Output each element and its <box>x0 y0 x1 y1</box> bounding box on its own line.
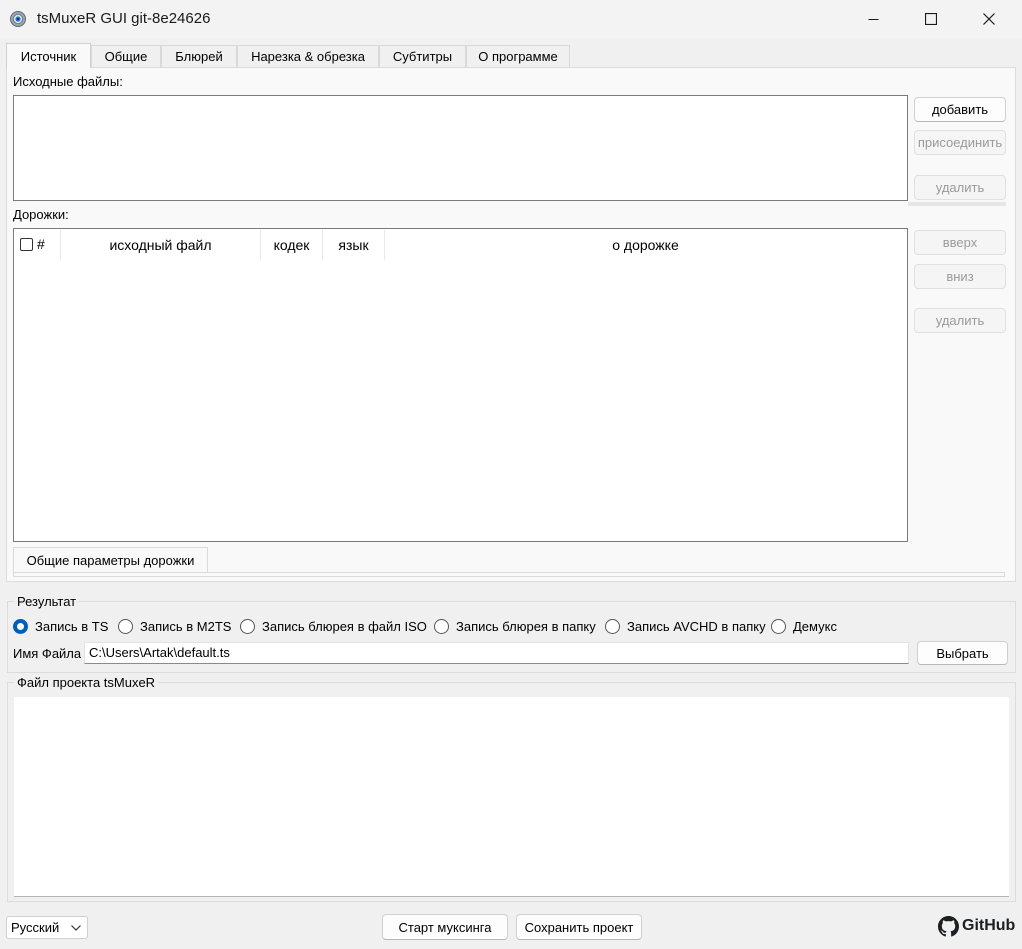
github-icon <box>938 915 959 936</box>
maximize-button[interactable] <box>908 0 954 38</box>
tab-cut-crop[interactable]: Нарезка & обрезка <box>237 45 379 67</box>
tab-track-general-params[interactable]: Общие параметры дорожки <box>13 547 208 573</box>
add-file-button[interactable]: добавить <box>914 97 1006 122</box>
gear-icon <box>9 10 27 28</box>
radio-bluray-iso[interactable]: Запись блюрея в файл ISO <box>240 617 427 635</box>
tab-general[interactable]: Общие <box>91 45 161 67</box>
column-header-source-file[interactable]: исходный файл <box>61 230 261 260</box>
language-select-value: Русский <box>11 920 60 935</box>
join-file-button[interactable]: присоединить <box>914 130 1006 155</box>
radio-button[interactable] <box>240 618 255 634</box>
radio-ts[interactable]: Запись в TS <box>13 617 108 635</box>
language-select[interactable]: Русский <box>6 916 88 939</box>
column-header-language[interactable]: язык <box>323 230 385 260</box>
move-down-button[interactable]: вниз <box>914 264 1006 289</box>
radio-avchd-folder[interactable]: Запись AVCHD в папку <box>605 617 766 635</box>
radio-button[interactable] <box>605 618 620 634</box>
filename-label: Имя Файла <box>13 646 82 661</box>
filename-input[interactable]: C:\Users\Artak\default.ts <box>84 642 909 664</box>
column-header-number[interactable]: # <box>37 236 45 252</box>
remove-file-button[interactable]: удалить <box>914 175 1006 200</box>
remove-track-button[interactable]: удалить <box>914 308 1006 333</box>
move-up-button[interactable]: вверх <box>914 230 1006 255</box>
radio-demux[interactable]: Демукс <box>771 617 837 635</box>
result-group-title: Результат <box>14 594 80 609</box>
radio-button[interactable] <box>13 618 28 634</box>
select-all-checkbox[interactable] <box>18 236 34 252</box>
source-files-label: Исходные файлы: <box>13 74 123 89</box>
radio-m2ts[interactable]: Запись в M2TS <box>118 617 231 635</box>
github-label: GitHub <box>962 917 1016 934</box>
radio-button[interactable] <box>118 618 133 634</box>
github-link[interactable]: GitHub <box>938 915 1015 937</box>
title-bar: tsMuxeR GUI git-8e24626 <box>0 0 1022 38</box>
tab-bluray[interactable]: Блюрей <box>161 45 237 67</box>
tracks-label: Дорожки: <box>13 207 69 222</box>
column-header-track-info[interactable]: о дорожке <box>385 230 906 260</box>
minimize-button[interactable] <box>850 0 896 38</box>
project-group-title: Файл проекта tsMuxeR <box>14 675 159 690</box>
tab-source[interactable]: Источник <box>6 43 91 68</box>
splitter-handle[interactable] <box>908 202 1006 206</box>
browse-button[interactable]: Выбрать <box>917 641 1008 665</box>
radio-button[interactable] <box>771 618 786 634</box>
minimize-icon <box>868 18 878 20</box>
close-icon <box>983 13 995 25</box>
radio-button[interactable] <box>434 618 449 634</box>
close-button[interactable] <box>966 0 1012 38</box>
project-text-area[interactable] <box>14 697 1009 897</box>
maximize-icon <box>925 13 937 25</box>
source-files-list[interactable] <box>13 95 908 201</box>
tab-about[interactable]: О программе <box>466 45 570 67</box>
track-params-pane <box>13 572 1005 577</box>
column-header-codec[interactable]: кодек <box>261 230 323 260</box>
window-title: tsMuxeR GUI git-8e24626 <box>37 10 211 27</box>
tab-subtitles[interactable]: Субтитры <box>379 45 466 67</box>
start-muxing-button[interactable]: Старт муксинга <box>382 914 508 940</box>
chevron-down-icon <box>71 925 81 931</box>
tracks-table[interactable] <box>13 228 908 542</box>
radio-bluray-folder[interactable]: Запись блюрея в папку <box>434 617 596 635</box>
save-project-button[interactable]: Сохранить проект <box>516 914 642 940</box>
